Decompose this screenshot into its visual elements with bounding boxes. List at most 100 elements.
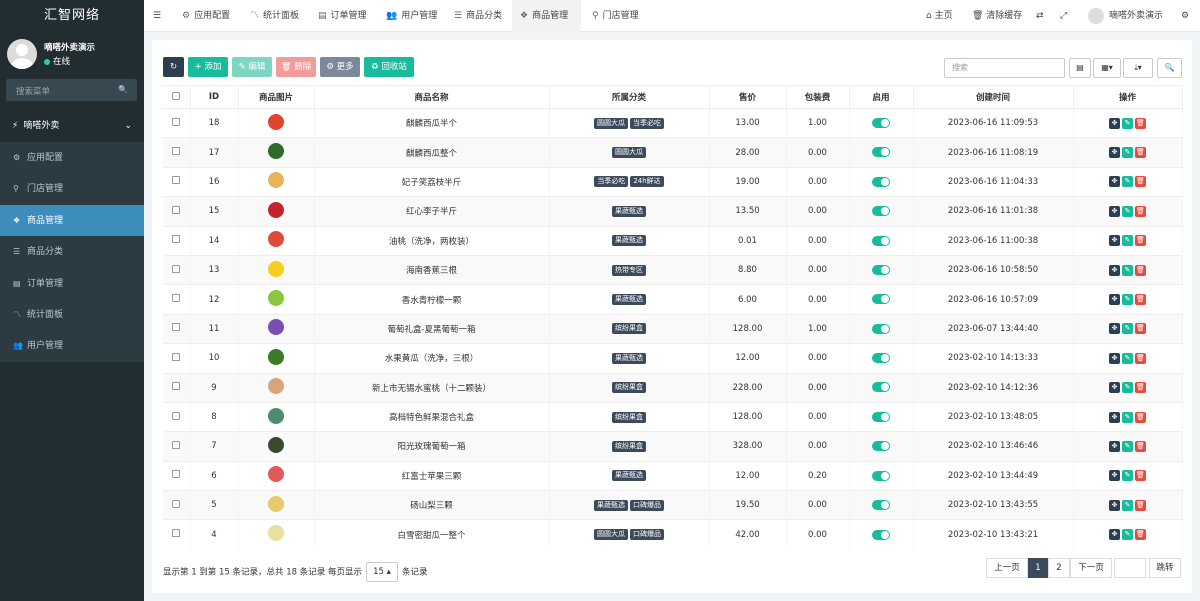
page-2-button[interactable]: 2	[1048, 558, 1070, 578]
tab-orders[interactable]: ▤ 订单管理	[310, 0, 375, 32]
row-checkbox[interactable]	[163, 254, 191, 285]
refresh-button[interactable]: ↻	[163, 57, 184, 77]
drag-move-icon[interactable]: ✥	[1109, 529, 1120, 541]
tab-products[interactable]: ❖ 商品管理	[512, 0, 581, 32]
product-image[interactable]	[268, 495, 284, 512]
search-icon[interactable]: 🔍	[118, 85, 128, 94]
delete-row-icon[interactable]: 🗑	[1135, 323, 1146, 335]
edit-row-icon[interactable]: ✎	[1122, 440, 1133, 452]
product-image[interactable]	[268, 260, 284, 277]
drag-move-icon[interactable]: ✥	[1109, 235, 1120, 247]
drag-move-icon[interactable]: ✥	[1109, 147, 1120, 159]
table-row[interactable]: 4 白雪密甜瓜一整个 圆圆大瓜 口碑爆品 42.00 0.00 2023-02-10 13:…	[163, 519, 1183, 550]
product-image[interactable]	[268, 436, 284, 453]
delete-row-icon[interactable]: 🗑	[1135, 264, 1146, 276]
table-row[interactable]: 12 香水青柠檬一颗 果蔬甄选 6.00 0.00 2023-06-16 10:57:09…	[163, 284, 1183, 315]
enable-toggle[interactable]	[872, 176, 890, 187]
drag-move-icon[interactable]: ✥	[1109, 411, 1120, 423]
product-image[interactable]	[268, 113, 284, 130]
table-row[interactable]: 15 红心李子半斤 果蔬甄选 13.50 0.00 2023-06-16 11:01:38…	[163, 196, 1183, 227]
delete-button[interactable]: 🗑 删除	[276, 57, 316, 77]
cell-image[interactable]	[238, 284, 315, 315]
row-checkbox[interactable]	[163, 431, 191, 462]
drag-move-icon[interactable]: ✥	[1109, 117, 1120, 129]
product-image[interactable]	[268, 466, 284, 483]
product-image[interactable]	[268, 172, 284, 189]
product-image[interactable]	[268, 290, 284, 307]
drag-move-icon[interactable]: ✥	[1109, 499, 1120, 511]
edit-row-icon[interactable]: ✎	[1122, 470, 1133, 482]
row-checkbox[interactable]	[163, 107, 191, 138]
row-checkbox[interactable]	[163, 137, 191, 168]
row-checkbox[interactable]	[163, 401, 191, 432]
table-row[interactable]: 8 高档特色鲜果混合礼盒 缤纷果盒 128.00 0.00 2023-02-10 13:4…	[163, 401, 1183, 432]
export-icon[interactable]: ⤓▾	[1123, 58, 1153, 78]
add-button[interactable]: + 添加	[188, 57, 228, 77]
edit-row-icon[interactable]: ✎	[1122, 176, 1133, 188]
enable-toggle[interactable]	[872, 529, 890, 540]
sidebar-item-stats[interactable]: 〽统计面板	[0, 298, 144, 331]
drag-move-icon[interactable]: ✥	[1109, 440, 1120, 452]
page-1-button[interactable]: 1	[1028, 558, 1048, 578]
product-image[interactable]	[268, 143, 284, 160]
edit-row-icon[interactable]: ✎	[1122, 499, 1133, 511]
fullscreen-icon[interactable]: ⤢	[1060, 0, 1067, 32]
table-row[interactable]: 9 新上市无锡水蜜桃（十二颗装） 缤纷果盒 228.00 0.00 2023-02-10 …	[163, 372, 1183, 403]
delete-row-icon[interactable]: 🗑	[1135, 176, 1146, 188]
cell-image[interactable]	[238, 254, 315, 285]
select-all-checkbox[interactable]	[163, 85, 191, 109]
clear-cache-button[interactable]: 🗑 清除缓存	[972, 0, 1022, 32]
jump-page-input[interactable]	[1114, 558, 1146, 578]
table-row[interactable]: 18 麒麟西瓜半个 圆圆大瓜 当季必吃 13.00 1.00 2023-06-16 11:0…	[163, 107, 1183, 138]
drag-move-icon[interactable]: ✥	[1109, 382, 1120, 394]
product-image[interactable]	[268, 525, 284, 542]
row-checkbox[interactable]	[163, 313, 191, 344]
table-row[interactable]: 14 油桃（洗净，两枚装） 果蔬甄选 0.01 0.00 2023-06-16 11:00…	[163, 225, 1183, 256]
table-row[interactable]: 17 麒麟西瓜整个 圆圆大瓜 28.00 0.00 2023-06-16 11:08:19…	[163, 137, 1183, 168]
tab-stores[interactable]: ⚲ 门店管理	[584, 0, 647, 32]
language-icon[interactable]: ⇄	[1036, 0, 1044, 32]
tab-categories[interactable]: ☰ 商品分类	[446, 0, 510, 32]
enable-toggle[interactable]	[872, 206, 890, 217]
row-checkbox[interactable]	[163, 460, 191, 491]
brand-logo[interactable]: 汇智网络	[0, 0, 144, 32]
cell-image[interactable]	[238, 431, 315, 462]
product-image[interactable]	[268, 407, 284, 424]
enable-toggle[interactable]	[872, 500, 890, 511]
table-row[interactable]: 6 红富士苹果三颗 果蔬甄选 12.00 0.20 2023-02-10 13:44:49…	[163, 460, 1183, 491]
user-menu[interactable]: 嘀嗒外卖演示	[1088, 0, 1163, 32]
delete-row-icon[interactable]: 🗑	[1135, 294, 1146, 306]
search-icon[interactable]: 🔍	[1157, 58, 1182, 78]
enable-toggle[interactable]	[872, 411, 890, 422]
cell-image[interactable]	[238, 343, 315, 374]
table-row[interactable]: 10 水果黄瓜（洗净，三根） 果蔬甄选 12.00 0.00 2023-02-10 14:…	[163, 343, 1183, 374]
jump-button[interactable]: 跳转	[1149, 558, 1181, 578]
cell-image[interactable]	[238, 372, 315, 403]
delete-row-icon[interactable]: 🗑	[1135, 411, 1146, 423]
edit-row-icon[interactable]: ✎	[1122, 264, 1133, 276]
row-checkbox[interactable]	[163, 196, 191, 227]
sidebar-toggle-icon[interactable]: ☰	[153, 0, 161, 32]
delete-row-icon[interactable]: 🗑	[1135, 529, 1146, 541]
enable-toggle[interactable]	[872, 470, 890, 481]
more-button[interactable]: ⚙ 更多	[320, 57, 360, 77]
delete-row-icon[interactable]: 🗑	[1135, 117, 1146, 129]
menu-group-header[interactable]: ⚡ 嘀嗒外卖 ⌄	[0, 114, 144, 138]
delete-row-icon[interactable]: 🗑	[1135, 205, 1146, 217]
columns-icon[interactable]: ▦▾	[1093, 58, 1121, 78]
cell-image[interactable]	[238, 519, 315, 550]
enable-toggle[interactable]	[872, 264, 890, 275]
edit-row-icon[interactable]: ✎	[1122, 205, 1133, 217]
enable-toggle[interactable]	[872, 323, 890, 334]
table-row[interactable]: 16 妃子笑荔枝半斤 当季必吃 24h鲜达 19.00 0.00 2023-06-16 11…	[163, 166, 1183, 197]
edit-row-icon[interactable]: ✎	[1122, 382, 1133, 394]
cell-image[interactable]	[238, 166, 315, 197]
sidebar-item-categories[interactable]: ☰ 商品分类	[0, 236, 144, 268]
table-row[interactable]: 13 海南香蕉三根 热带专区 8.80 0.00 2023-06-16 10:58:50 ✥…	[163, 254, 1183, 285]
recycle-bin-button[interactable]: ♻ 回收站	[364, 57, 414, 77]
product-image[interactable]	[268, 378, 284, 395]
drag-move-icon[interactable]: ✥	[1109, 205, 1120, 217]
next-page-button[interactable]: 下一页	[1070, 558, 1112, 578]
row-checkbox[interactable]	[163, 490, 191, 520]
row-checkbox[interactable]	[163, 372, 191, 403]
